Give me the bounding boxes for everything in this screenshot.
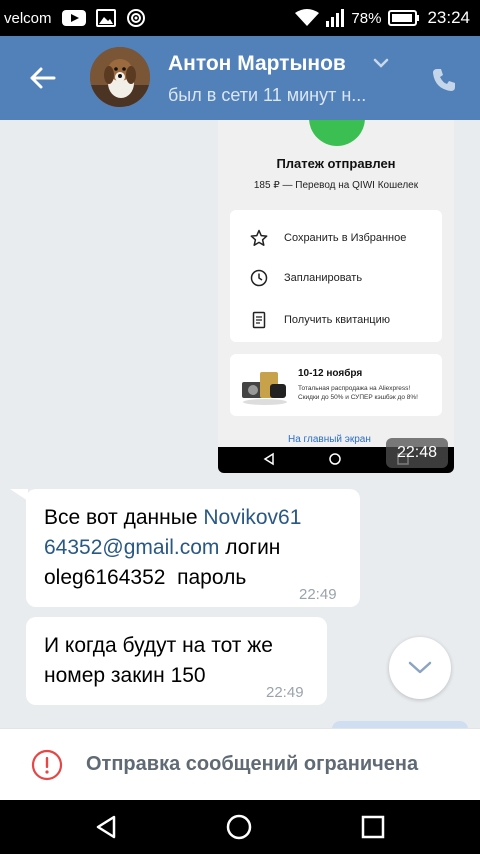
action-row: Запланировать: [230, 258, 442, 298]
dog-avatar-icon: [90, 47, 150, 107]
success-check-icon: [309, 120, 365, 146]
hotspot-icon: [126, 8, 146, 28]
gallery-icon: [95, 9, 116, 27]
chevron-down-icon: [408, 661, 432, 674]
email-link-cont[interactable]: 64352@gmail.com: [44, 536, 219, 559]
nav-home-button[interactable]: [223, 811, 255, 843]
qiwi-screenshot: Платеж отправлен 185 ₽ — Перевод на QIWI…: [218, 120, 454, 447]
payment-subtitle: 185 ₽ — Перевод на QIWI Кошелек: [253, 180, 419, 191]
battery-icon: [388, 10, 420, 26]
message-time: 22:49: [299, 586, 337, 603]
clock-icon: [248, 267, 270, 289]
payment-title: Платеж отправлен: [276, 156, 396, 171]
promo-goods-image: [242, 372, 287, 405]
back-triangle-icon: [96, 815, 116, 839]
star-icon: [248, 227, 270, 249]
restriction-text: Отправка сообщений ограничена: [86, 753, 419, 775]
actions-card: Сохранить в Избранное Запланировать Полу…: [230, 210, 442, 342]
nav-back-button[interactable]: [90, 811, 122, 843]
message-text: И когда будут на тот же номер закин 150: [44, 634, 273, 687]
image-timestamp: 22:48: [386, 438, 448, 468]
chevron-down-icon[interactable]: [372, 56, 390, 74]
call-button[interactable]: [426, 62, 462, 98]
chat-header: Антон Мартынов был в сети 11 минут н...: [0, 36, 480, 120]
back-button[interactable]: [24, 62, 60, 94]
home-circle-icon: [329, 453, 341, 465]
promo-banner: 10-12 ноября Тотальная распродажа на Ali…: [230, 354, 442, 416]
action-row: Получить квитанцию: [230, 300, 442, 340]
clock: 23:24: [427, 8, 470, 27]
phone-icon: [433, 69, 455, 91]
message-bubble[interactable]: И когда будут на тот же номер закин 150 …: [26, 617, 327, 705]
wifi-icon: [295, 9, 320, 27]
restriction-bar: Отправка сообщений ограничена: [0, 728, 480, 800]
message-time: 22:49: [266, 684, 304, 701]
scroll-down-button[interactable]: [389, 637, 451, 699]
warning-icon: [31, 749, 63, 781]
contact-name[interactable]: Антон Мартынов: [168, 52, 346, 76]
status-bar: velcom 78% 23:24: [0, 0, 480, 36]
message-text: Все вот данные Novikov61 64352@gmail.com…: [44, 506, 302, 589]
image-attachment[interactable]: Платеж отправлен 185 ₽ — Перевод на QIWI…: [218, 120, 454, 473]
nav-recents-button[interactable]: [357, 811, 389, 843]
contact-status: был в сети 11 минут н...: [168, 85, 367, 105]
signal-icon: [326, 9, 345, 27]
home-link: На главный экран: [288, 434, 371, 445]
youtube-icon: [61, 9, 86, 27]
back-arrow-icon: [30, 67, 56, 89]
back-triangle-icon: [263, 452, 274, 466]
email-link[interactable]: Novikov61: [203, 506, 301, 529]
recents-square-icon: [361, 815, 385, 839]
home-circle-icon: [226, 814, 252, 840]
battery-percent: 78%: [351, 9, 382, 27]
receipt-icon: [248, 309, 270, 331]
action-row: Сохранить в Избранное: [230, 218, 442, 258]
system-navbar: [0, 800, 480, 854]
message-bubble[interactable]: Все вот данные Novikov61 64352@gmail.com…: [26, 489, 360, 607]
avatar[interactable]: [90, 47, 150, 107]
carrier-label: velcom: [4, 9, 52, 27]
